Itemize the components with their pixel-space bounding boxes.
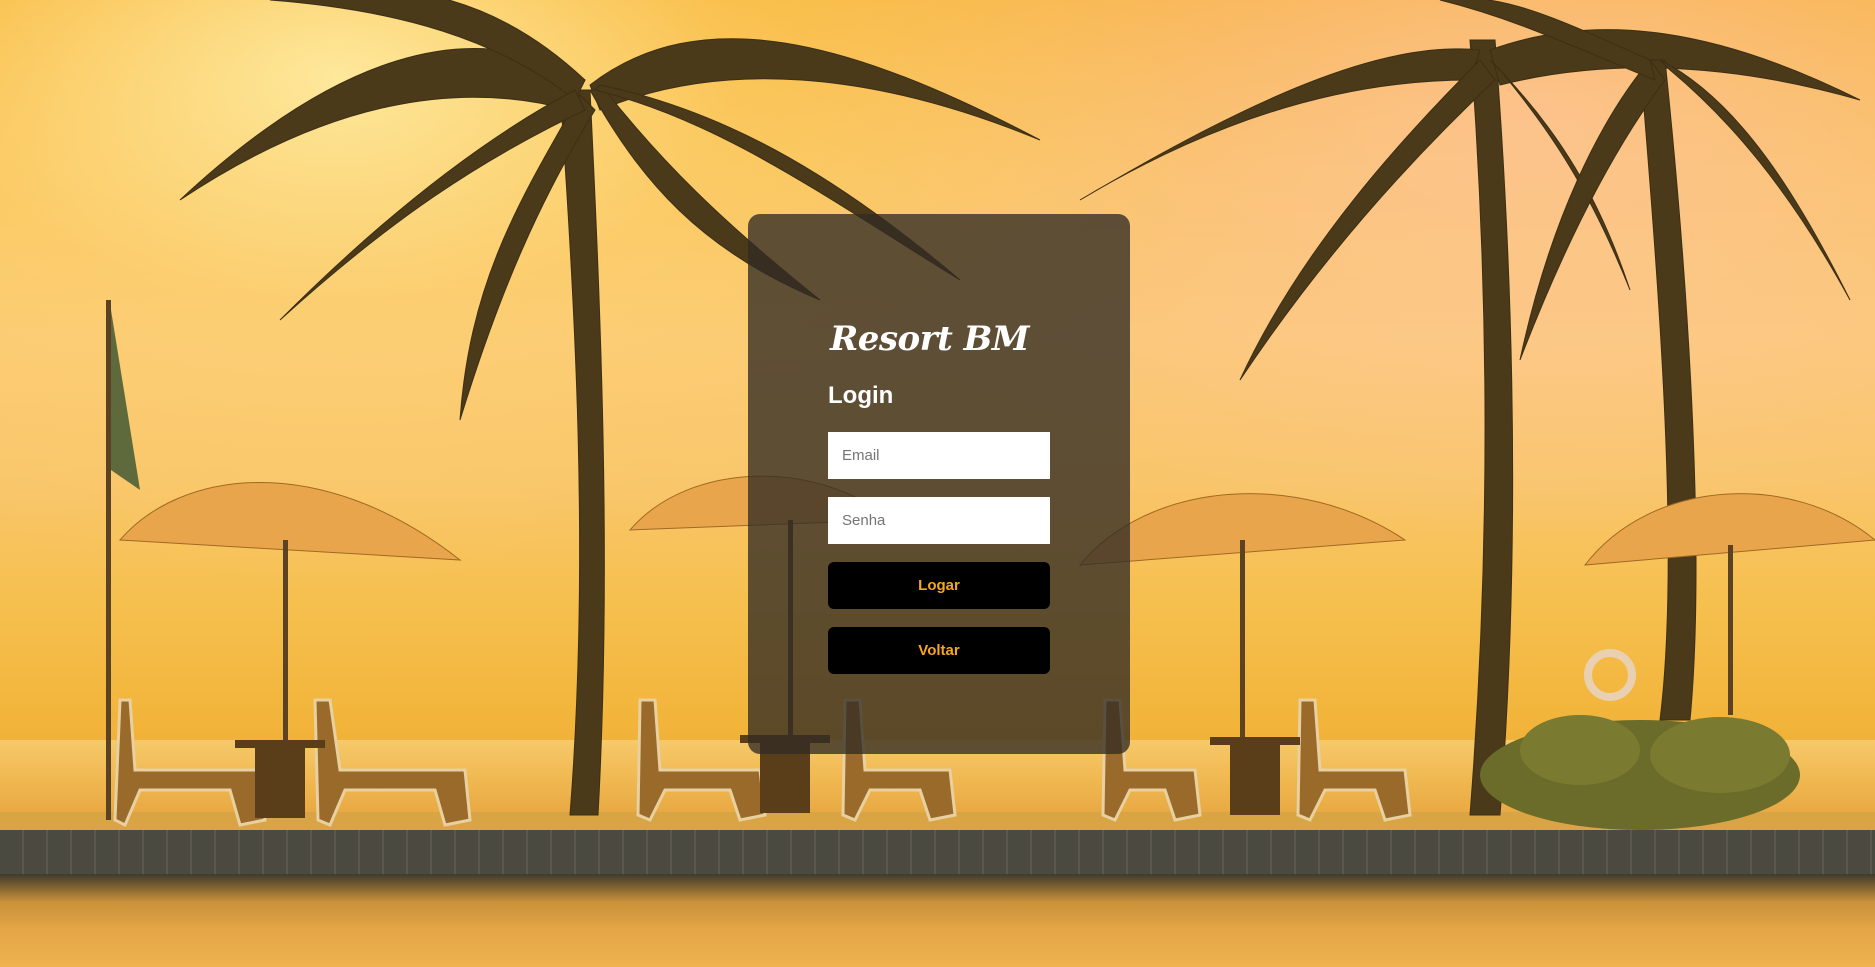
login-panel: Resort BM Login Logar Voltar — [748, 214, 1130, 754]
login-button[interactable]: Logar — [828, 562, 1050, 609]
login-title: Login — [828, 382, 894, 409]
password-field[interactable] — [828, 497, 1050, 544]
beach-umbrella-icon — [118, 482, 462, 740]
brand-logo: Resort BM — [830, 319, 1030, 359]
bush-icon — [1480, 715, 1800, 830]
back-button[interactable]: Voltar — [828, 627, 1050, 674]
palm-tree-icon — [1079, 29, 1861, 816]
life-buoy-icon — [1584, 649, 1636, 701]
background-scene: Resort BM Login Logar Voltar — [0, 0, 1875, 967]
email-field[interactable] — [828, 432, 1050, 479]
